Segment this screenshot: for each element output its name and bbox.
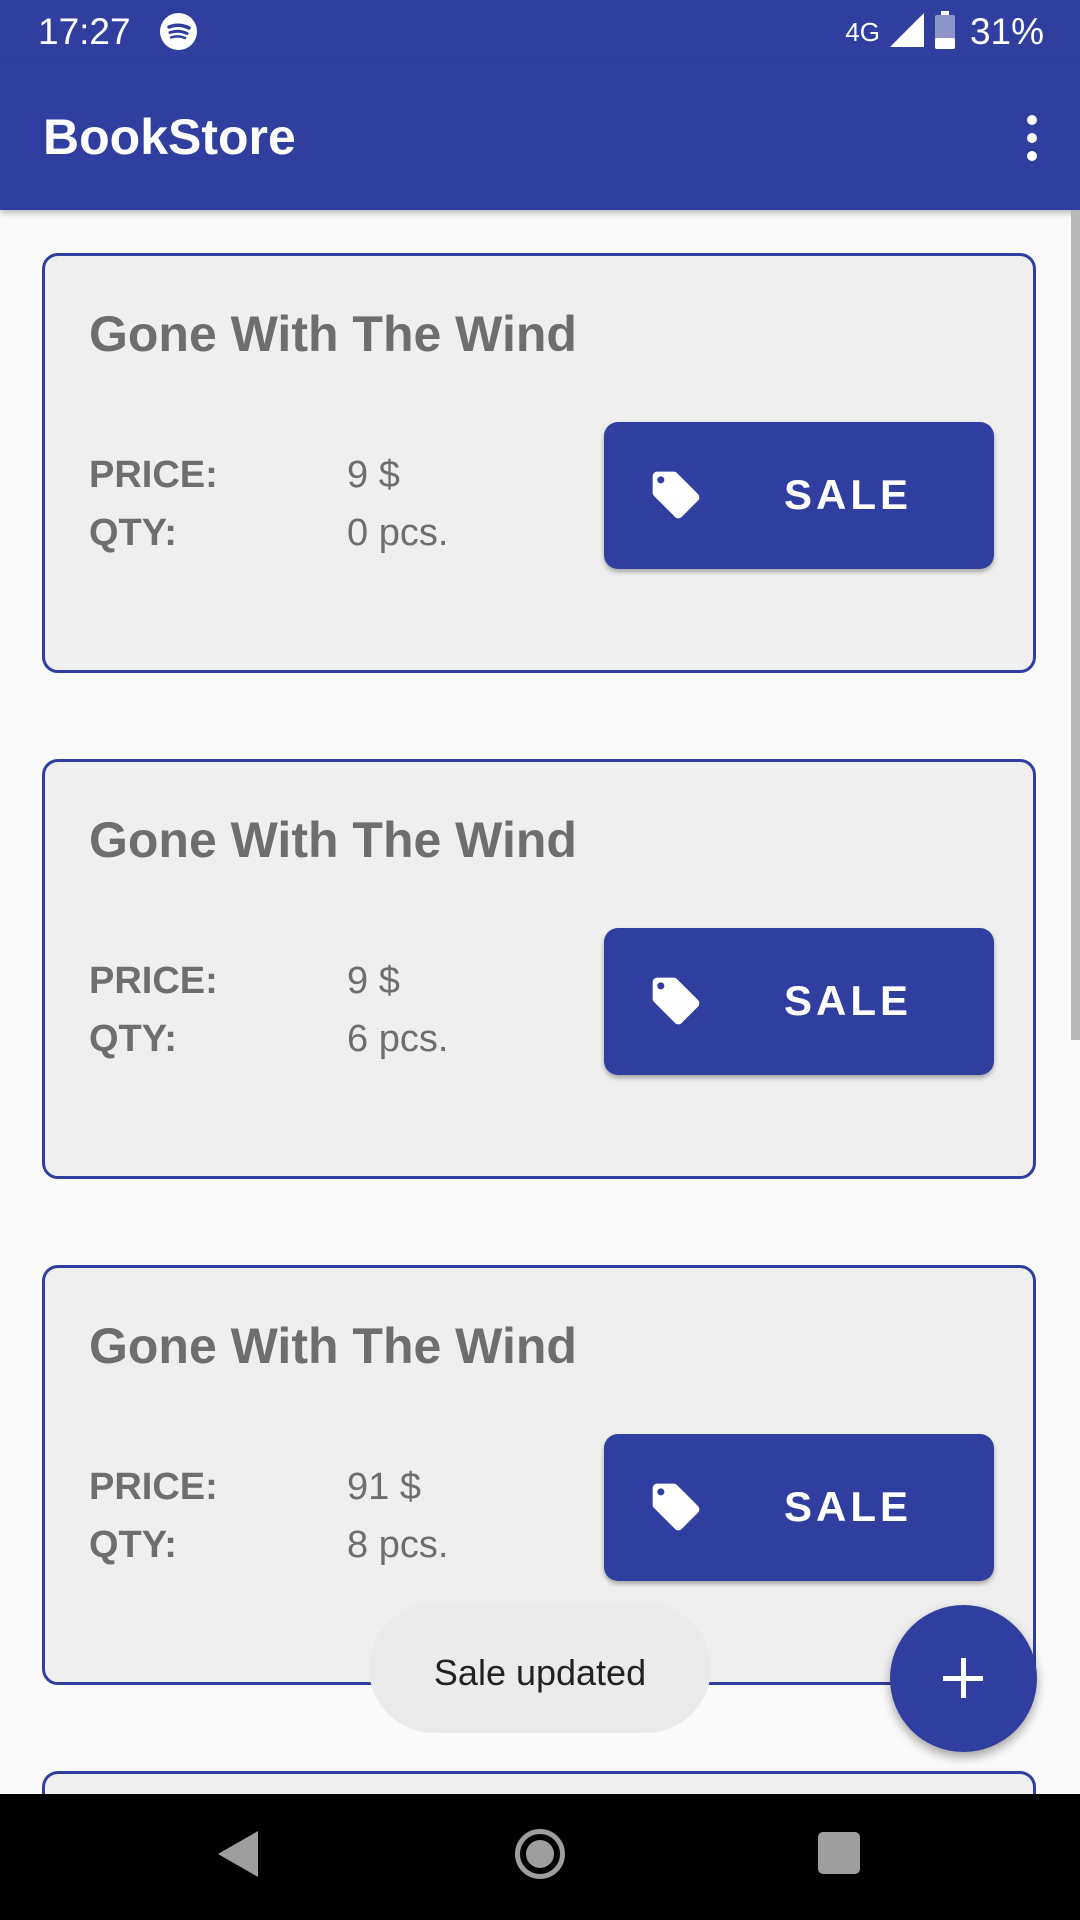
- scrollbar[interactable]: [1071, 210, 1080, 1040]
- price-label: PRICE:: [89, 1466, 218, 1508]
- sale-button[interactable]: SALE: [604, 422, 994, 569]
- back-icon[interactable]: [216, 1831, 258, 1882]
- sale-button-label: SALE: [784, 1483, 913, 1530]
- tag-icon: [648, 467, 704, 528]
- qty-value: 6 pcs.: [347, 1018, 449, 1060]
- battery-percentage: 31%: [969, 11, 1044, 52]
- sale-button-label: SALE: [784, 977, 913, 1024]
- recents-icon[interactable]: [818, 1832, 860, 1874]
- tag-icon: [648, 973, 704, 1034]
- price-label: PRICE:: [89, 454, 218, 496]
- signal-icon: [889, 12, 924, 52]
- more-vert-icon[interactable]: [1002, 103, 1062, 173]
- toast-message: Sale updated: [433, 1652, 647, 1693]
- qty-label: QTY:: [89, 1018, 177, 1060]
- book-card[interactable]: Gone With The Wind PRICE: 9 $ QTY: 0 pcs…: [42, 253, 1036, 673]
- qty-label: QTY:: [89, 512, 177, 554]
- app-bar: BookStore: [0, 63, 1080, 210]
- status-time: 17:27: [38, 11, 131, 52]
- network-type: 4G: [845, 16, 880, 47]
- menu-dot: [1027, 151, 1037, 161]
- qty-value: 0 pcs.: [347, 512, 449, 554]
- book-title: Gone With The Wind: [89, 306, 577, 362]
- navigation-bar: [0, 1794, 1080, 1920]
- sale-button[interactable]: SALE: [604, 928, 994, 1075]
- price-value: 9 $: [347, 454, 400, 496]
- add-book-button[interactable]: [890, 1605, 1037, 1752]
- book-title: Gone With The Wind: [89, 812, 577, 868]
- qty-label: QTY:: [89, 1524, 177, 1566]
- battery-icon: [934, 10, 956, 54]
- status-indicators: 4G 31%: [845, 10, 1044, 54]
- home-icon[interactable]: [515, 1829, 565, 1879]
- book-card[interactable]: Gone With The Wind PRICE: 9 $ QTY: 6 pcs…: [42, 759, 1036, 1179]
- sale-button-label: SALE: [784, 471, 913, 518]
- status-bar: 17:27 4G 31%: [0, 0, 1080, 63]
- menu-dot: [1027, 133, 1037, 143]
- spotify-icon: [160, 13, 197, 50]
- price-value: 91 $: [347, 1466, 421, 1508]
- toast: Sale updated: [369, 1603, 711, 1733]
- menu-dot: [1027, 115, 1037, 125]
- app-title: BookStore: [43, 109, 296, 165]
- book-title: Gone With The Wind: [89, 1318, 577, 1374]
- tag-icon: [648, 1479, 704, 1540]
- price-label: PRICE:: [89, 960, 218, 1002]
- price-value: 9 $: [347, 960, 400, 1002]
- qty-value: 8 pcs.: [347, 1524, 449, 1566]
- sale-button[interactable]: SALE: [604, 1434, 994, 1581]
